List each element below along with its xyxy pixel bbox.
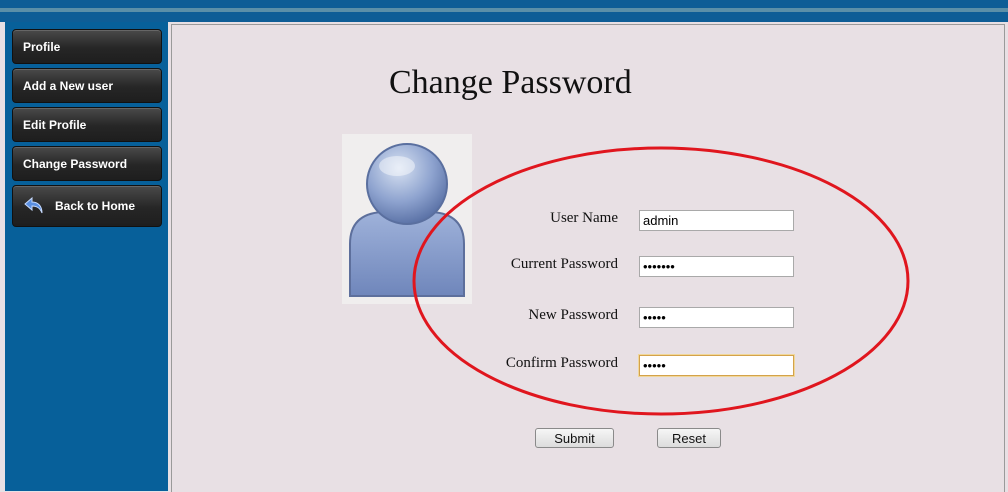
new-password-field[interactable] bbox=[639, 307, 794, 328]
confirm-password-field[interactable] bbox=[639, 355, 794, 376]
page-title: Change Password bbox=[389, 64, 632, 101]
username-label: User Name bbox=[550, 210, 618, 226]
sidebar-item-edit-profile[interactable]: Edit Profile bbox=[12, 107, 162, 142]
reset-button[interactable]: Reset bbox=[657, 428, 721, 448]
sidebar-item-add-user[interactable]: Add a New user bbox=[12, 68, 162, 103]
sidebar-item-label: Add a New user bbox=[23, 78, 114, 93]
sidebar-item-profile[interactable]: Profile bbox=[12, 29, 162, 64]
back-arrow-icon bbox=[23, 196, 45, 216]
sidebar: Profile Add a New user Edit Profile Chan… bbox=[5, 22, 168, 491]
sidebar-item-label: Back to Home bbox=[55, 199, 136, 213]
user-avatar-icon bbox=[342, 134, 472, 304]
sidebar-item-back-to-home[interactable]: Back to Home bbox=[12, 185, 162, 227]
submit-button[interactable]: Submit bbox=[535, 428, 614, 448]
confirm-password-label: Confirm Password bbox=[505, 355, 618, 371]
top-bar-stripe bbox=[0, 8, 1008, 12]
sidebar-item-label: Edit Profile bbox=[23, 117, 87, 132]
current-password-field[interactable] bbox=[639, 256, 794, 277]
username-field[interactable] bbox=[639, 210, 794, 231]
sidebar-item-label: Profile bbox=[23, 39, 61, 54]
current-password-label: Current Password bbox=[510, 256, 618, 272]
sidebar-item-change-password[interactable]: Change Password bbox=[12, 146, 162, 181]
sidebar-item-label: Change Password bbox=[23, 156, 128, 171]
top-bar bbox=[0, 0, 1008, 22]
new-password-label: New Password bbox=[528, 307, 618, 323]
